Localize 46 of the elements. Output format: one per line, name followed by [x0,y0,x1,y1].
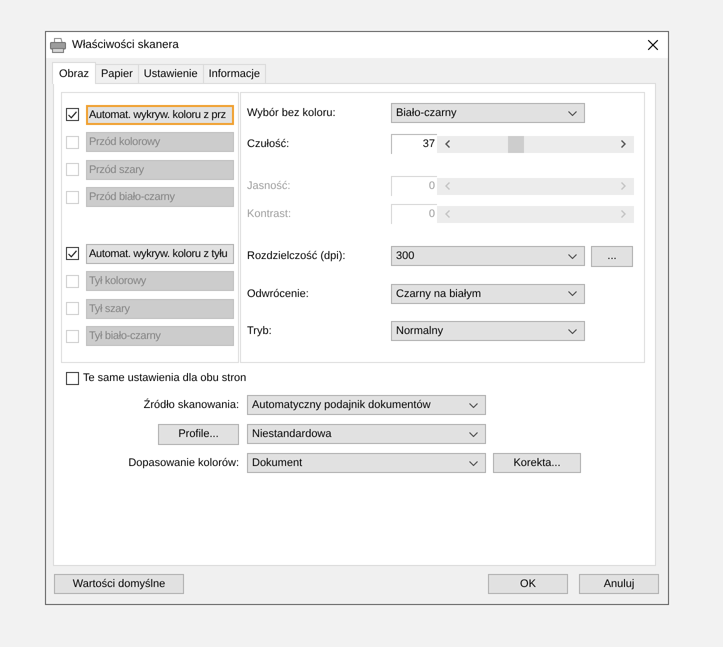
close-icon [648,40,658,50]
field-label: Dopasowanie kolorów: [128,457,239,469]
dialog-button[interactable]: OK [488,574,568,594]
chevron-down-icon [568,291,577,296]
setting-label: Odwrócenie: [247,288,310,300]
dropdown[interactable]: Biało-czarny [391,103,585,123]
tab[interactable]: Informacje [202,64,266,83]
slider-thumb[interactable] [508,136,524,152]
printer-icon [50,38,66,52]
setting-label: Kontrast: [247,208,292,220]
defaults-button[interactable]: Wartości domyślne [54,574,184,594]
number-field[interactable]: 37 [391,134,437,154]
tab[interactable]: Obraz [52,62,96,84]
chevron-down-icon [568,254,577,258]
dropdown[interactable]: Automatyczny podajnik dokumentów [247,395,486,415]
chevron-left-icon[interactable] [445,140,450,148]
setting-label: Tryb: [247,325,273,337]
setting-label: Rozdzielczość (dpi): [247,250,346,262]
dropdown[interactable]: Czarny na białym [391,284,585,304]
setting-label: Wybór bez koloru: [247,107,337,119]
chevron-down-icon [469,402,478,408]
field-label: Źródło skanowania: [144,399,239,411]
checkbox[interactable] [66,372,79,384]
chevron-down-icon [469,460,478,466]
check-icon [68,250,77,258]
dropdown[interactable]: 300 [391,246,585,266]
checkbox[interactable] [66,108,79,122]
dropdown[interactable]: Dokument [247,453,486,473]
dialog-button[interactable]: Anuluj [579,574,659,594]
correction-button[interactable]: Korekta... [493,453,581,473]
chevron-down-icon [469,432,478,436]
check-icon [68,110,77,119]
profile-button[interactable]: Profile... [158,424,239,444]
option-button[interactable]: Automat. wykryw. koloru z tyłu [86,244,234,264]
dropdown[interactable]: Normalny [391,321,585,341]
option-button[interactable]: Automat. wykryw. koloru z prz [86,104,234,125]
chevron-down-icon [568,328,577,334]
checkbox[interactable] [66,247,79,260]
chevron-right-icon[interactable] [621,140,626,148]
setting-label: Jasność: [247,180,292,192]
setting-label: Czułość: [247,138,290,150]
checkbox-label: Te same ustawienia dla obu stron [83,372,246,384]
browse-button[interactable]: ... [591,246,633,266]
chevron-down-icon [568,110,577,116]
window-title: Właściwości skanera [72,39,179,51]
dropdown[interactable]: Niestandardowa [247,424,486,444]
